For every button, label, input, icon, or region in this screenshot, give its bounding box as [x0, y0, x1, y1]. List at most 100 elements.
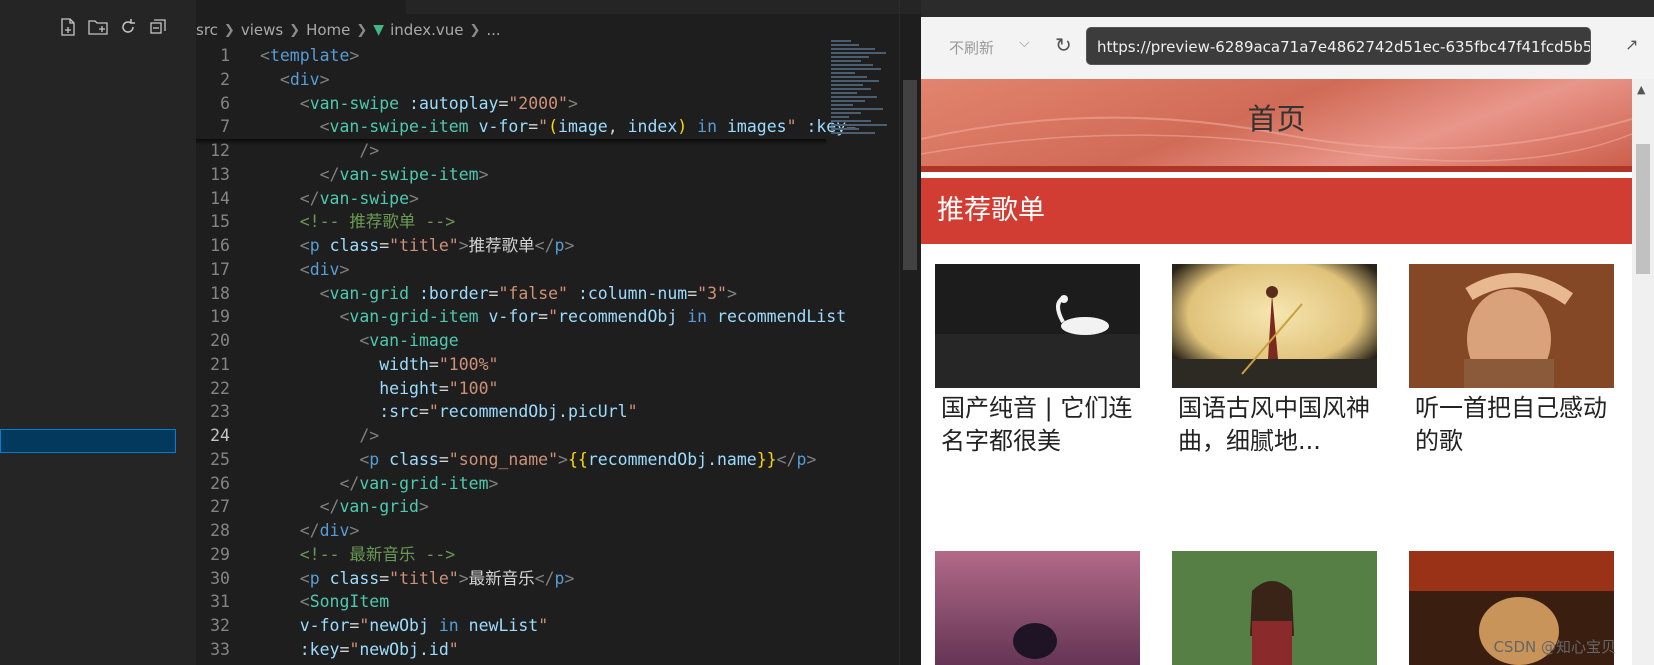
code-line: 19 <van-grid-item v-for="recommendObj in…: [196, 305, 846, 329]
line-number: 21: [210, 354, 230, 374]
url-input[interactable]: https://preview-6289aca71a7e4862742d51ec…: [1086, 27, 1591, 65]
line-number: 14: [210, 188, 230, 208]
playlist-cover[interactable]: [935, 551, 1140, 665]
code-line: 23 :src="recommendObj.picUrl": [196, 400, 826, 424]
watermark: CSDN @知心宝贝: [1493, 638, 1616, 656]
code-line: 1 <template>: [196, 44, 826, 68]
line-number: 1: [220, 46, 230, 65]
playlist-card[interactable]: [1172, 551, 1377, 665]
line-number: 17: [210, 259, 230, 279]
refresh-icon[interactable]: [118, 18, 138, 38]
open-external-icon[interactable]: ↗: [1625, 35, 1638, 54]
code-line: 24 />: [196, 424, 826, 448]
editor-tab-active[interactable]: [196, 0, 406, 14]
address-bar: 不刷新 ⌵ ↻ https://preview-6289aca71a7e4862…: [921, 17, 1654, 80]
line-number: 25: [210, 449, 230, 469]
code-line: 31 <SongItem: [196, 590, 826, 614]
preview-pane: 不刷新 ⌵ ↻ https://preview-6289aca71a7e4862…: [921, 0, 1654, 665]
scroll-up-icon[interactable]: ▲: [1637, 83, 1645, 96]
chevron-down-icon[interactable]: ⌵: [1019, 35, 1030, 51]
preview-title-bar: [921, 0, 1654, 17]
breadcrumb-more[interactable]: ...: [486, 21, 500, 39]
code-line: 30 <p class="title">最新音乐</p>: [196, 567, 826, 591]
breadcrumb-src[interactable]: src: [196, 21, 218, 39]
app-page: 首页 推荐歌单 国产纯音 | 它们连名字都很美 国语古风中国风神曲，细腻地...…: [921, 79, 1632, 665]
editor-divider: [899, 0, 900, 665]
explorer-toolbar: [58, 18, 168, 38]
playlist-cover[interactable]: [1172, 264, 1377, 388]
banner-title: 首页: [1247, 102, 1306, 136]
collapse-icon[interactable]: [148, 18, 168, 38]
line-number: 27: [210, 497, 230, 517]
code-line: 29 <!-- 最新音乐 -->: [196, 543, 826, 567]
code-line: 21 width="100%": [196, 353, 826, 377]
playlist-card[interactable]: 国产纯音 | 它们连名字都很美: [935, 264, 1140, 458]
code-line: 17 <div>: [196, 258, 826, 282]
breadcrumb: src ❯ views ❯ Home ❯ ▼ index.vue ❯ ...: [196, 16, 501, 44]
chevron-right-icon: ❯: [469, 22, 481, 38]
code-editor: src ❯ views ❯ Home ❯ ▼ index.vue ❯ ... 1…: [196, 0, 921, 665]
refresh-icon[interactable]: ↻: [1055, 33, 1072, 57]
section-header: 推荐歌单: [921, 178, 1632, 244]
line-number: 19: [210, 307, 230, 327]
playlist-cover[interactable]: [1409, 264, 1614, 388]
code-line: 6 <van-swipe :autoplay="2000">: [196, 92, 826, 116]
new-folder-icon[interactable]: [88, 18, 108, 38]
line-number: 2: [220, 69, 230, 89]
line-number: 6: [220, 93, 230, 113]
code-line: 26 </van-grid-item>: [196, 472, 826, 496]
playlist-name: 听一首把自己感动的歌: [1415, 394, 1607, 455]
line-number: 22: [210, 378, 230, 398]
vue-file-icon: ▼: [373, 22, 385, 38]
playlist-cover[interactable]: [935, 264, 1140, 388]
code-line: 7 <van-swipe-item v-for="(image, index) …: [196, 115, 856, 139]
explorer-sidebar: [0, 0, 196, 665]
line-number: 23: [210, 402, 230, 422]
line-number: 30: [210, 568, 230, 588]
explorer-selected-item[interactable]: [0, 429, 176, 453]
refresh-mode-select[interactable]: 不刷新: [949, 37, 994, 58]
line-number: 29: [210, 544, 230, 564]
editor-tab-strip: [196, 0, 921, 14]
new-file-icon[interactable]: [58, 18, 78, 38]
line-number: 20: [210, 331, 230, 350]
code-line: 2 <div>: [196, 68, 826, 92]
code-line: 27 </van-grid>: [196, 495, 826, 519]
code-line: 13 </van-swipe-item>: [196, 163, 826, 187]
minimap[interactable]: [831, 40, 896, 240]
playlist-cover[interactable]: [1172, 551, 1377, 665]
code-line: 18 <van-grid :border="false" :column-num…: [196, 282, 826, 306]
preview-scrollbar[interactable]: ▲: [1632, 79, 1654, 665]
line-number: 7: [220, 117, 230, 137]
line-number: 26: [210, 473, 230, 493]
chevron-right-icon: ❯: [289, 22, 301, 38]
code-line: 15 <!-- 推荐歌单 -->: [196, 210, 826, 234]
editor-scrollbar-thumb[interactable]: [903, 80, 917, 270]
code-line: 33 :key="newObj.id": [196, 638, 826, 662]
code-line: 25 <p class="song_name">{{recommendObj.n…: [196, 448, 826, 472]
code-line: 20 <van-image: [196, 329, 826, 353]
playlist-card[interactable]: 国语古风中国风神曲，细腻地...: [1172, 264, 1377, 458]
chevron-right-icon: ❯: [356, 22, 368, 38]
line-number: 31: [210, 592, 230, 612]
code-line: 32 v-for="newObj in newList": [196, 614, 826, 638]
code-line: 28 </div>: [196, 519, 826, 543]
playlist-card[interactable]: 听一首把自己感动的歌: [1409, 264, 1614, 458]
playlist-card[interactable]: [935, 551, 1140, 665]
code-line: 22 height="100": [196, 377, 826, 401]
section-title: 推荐歌单: [937, 195, 1045, 226]
breadcrumb-views[interactable]: views: [241, 21, 283, 39]
code-area[interactable]: 1 <template> 2 <div> 6 <van-swipe :autopl…: [196, 44, 856, 662]
code-line: 14 </van-swipe>: [196, 187, 826, 211]
breadcrumb-file[interactable]: index.vue: [390, 21, 463, 39]
chevron-right-icon: ❯: [223, 22, 235, 38]
line-number: 13: [210, 164, 230, 184]
line-number: 24: [210, 426, 230, 445]
line-number: 28: [210, 521, 230, 540]
banner-swipe[interactable]: 首页: [921, 79, 1632, 166]
line-number: 18: [210, 283, 230, 303]
preview-scrollbar-thumb[interactable]: [1636, 144, 1650, 274]
breadcrumb-home[interactable]: Home: [306, 21, 350, 39]
playlist-name: 国语古风中国风神曲，细腻地...: [1178, 394, 1370, 455]
banner-indicator: [921, 166, 1632, 172]
